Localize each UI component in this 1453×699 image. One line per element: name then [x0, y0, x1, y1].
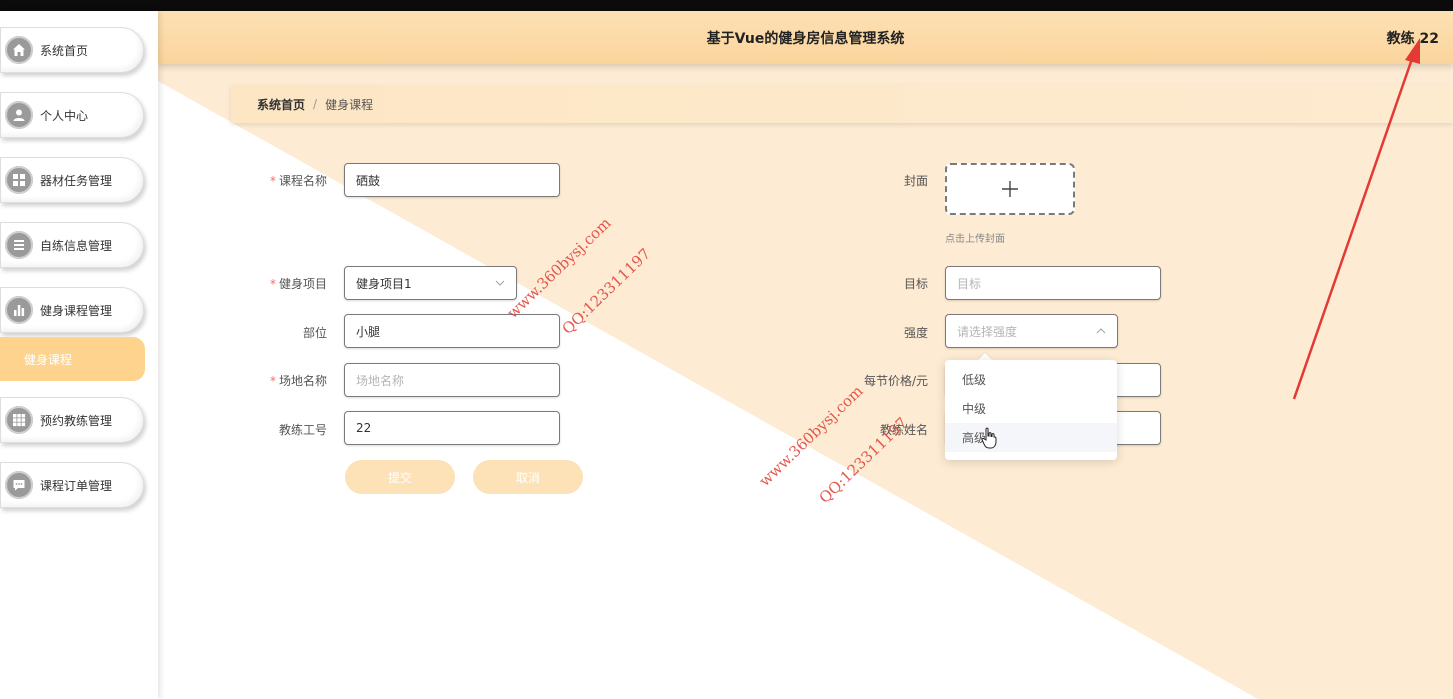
breadcrumb: 系统首页 / 健身课程 [231, 85, 1453, 123]
user-name[interactable]: 教练 22 [1387, 28, 1439, 48]
home-icon [5, 36, 33, 64]
sidebar-item-course-management[interactable]: 健身课程管理 [0, 287, 144, 333]
main-area: 基于Vue的健身房信息管理系统 教练 22 系统首页 / 健身课程 * 课程名称 … [158, 11, 1453, 699]
sidebar-item-course-orders[interactable]: 课程订单管理 [0, 462, 144, 508]
table-icon [5, 406, 33, 434]
breadcrumb-home[interactable]: 系统首页 [257, 96, 305, 113]
cover-label: 封面 [903, 174, 928, 188]
price-label: 每节价格/元 [863, 374, 928, 388]
chevron-up-icon [1096, 328, 1106, 334]
goal-input[interactable]: 目标 [945, 266, 1161, 300]
intensity-option-high[interactable]: 高级 [945, 423, 1117, 452]
sidebar-item-label: 健身课程管理 [40, 303, 113, 318]
sidebar-item-label: 自练信息管理 [40, 238, 113, 253]
intensity-dropdown: 低级 中级 高级 [945, 360, 1117, 460]
body-part-input[interactable]: 小腿 [344, 314, 560, 348]
required-mark: * [269, 174, 276, 188]
required-mark: * [269, 374, 276, 388]
grid-icon [5, 166, 33, 194]
intensity-option-low[interactable]: 低级 [945, 365, 1117, 394]
breadcrumb-separator: / [313, 97, 318, 111]
sidebar-subitem-course[interactable]: 健身课程 [0, 337, 145, 381]
sidebar-item-label: 器材任务管理 [40, 173, 113, 188]
venue-label: * 场地名称 [269, 374, 327, 388]
sidebar-item-home[interactable]: 系统首页 [0, 27, 144, 73]
sidebar-item-label: 系统首页 [40, 43, 89, 58]
fitness-item-select[interactable]: 健身项目1 [344, 266, 517, 300]
bar-chart-icon [5, 296, 33, 324]
intensity-option-mid[interactable]: 中级 [945, 394, 1117, 423]
plus-icon [1002, 181, 1018, 197]
hand-cursor-icon [981, 427, 997, 449]
sidebar-item-profile[interactable]: 个人中心 [0, 92, 144, 138]
body-part-label: 部位 [302, 326, 327, 340]
intensity-label: 强度 [903, 326, 928, 340]
required-mark: * [269, 277, 276, 291]
chat-icon [5, 471, 33, 499]
fitness-item-label: * 健身项目 [269, 277, 327, 291]
sidebar-item-equipment[interactable]: 器材任务管理 [0, 157, 144, 203]
sidebar: 系统首页 个人中心 器材任务管理 自练信息管理 健身课程管理 健身课程 预约教练… [0, 11, 158, 699]
sidebar-item-label: 预约教练管理 [40, 413, 113, 428]
window-top-strip [0, 0, 1453, 11]
cover-upload[interactable] [945, 163, 1075, 215]
sidebar-item-coach-booking[interactable]: 预约教练管理 [0, 397, 144, 443]
app-title: 基于Vue的健身房信息管理系统 [706, 31, 905, 47]
submit-button[interactable]: 提交 [345, 460, 455, 494]
sidebar-item-label: 个人中心 [40, 108, 89, 123]
sidebar-item-label: 课程订单管理 [40, 478, 113, 493]
coach-id-input[interactable]: 22 [344, 411, 560, 445]
coach-id-label: 教练工号 [278, 423, 327, 437]
screen: 系统首页 个人中心 器材任务管理 自练信息管理 健身课程管理 健身课程 预约教练… [0, 0, 1453, 699]
list-icon [5, 231, 33, 259]
course-name-input[interactable]: 硒鼓 [344, 163, 560, 197]
chevron-down-icon [495, 280, 505, 286]
user-icon [5, 101, 33, 129]
venue-input[interactable]: 场地名称 [344, 363, 560, 397]
goal-label: 目标 [903, 277, 928, 291]
top-header: 基于Vue的健身房信息管理系统 教练 22 [158, 11, 1453, 64]
breadcrumb-current: 健身课程 [325, 97, 374, 112]
course-name-label: * 课程名称 [269, 174, 327, 188]
sidebar-item-self-training[interactable]: 自练信息管理 [0, 222, 144, 268]
cover-upload-hint: 点击上传封面 [945, 234, 1005, 245]
intensity-select[interactable]: 请选择强度 [945, 314, 1118, 348]
cancel-button[interactable]: 取消 [473, 460, 583, 494]
